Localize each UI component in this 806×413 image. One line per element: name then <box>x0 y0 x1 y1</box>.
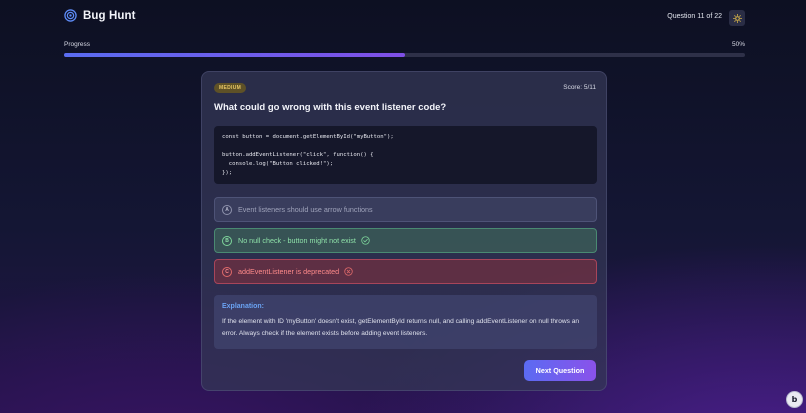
option-text: addEventListener is deprecated <box>238 267 340 276</box>
target-logo-icon <box>64 9 77 22</box>
explanation-text: If the element with ID 'myButton' doesn'… <box>222 318 580 337</box>
option-a[interactable]: A Event listeners should use arrow funct… <box>214 197 597 222</box>
explanation-title: Explanation: <box>222 303 265 310</box>
question-counter: Question 11 of 22 <box>667 13 722 20</box>
code-block: const button = document.getElementById("… <box>214 126 597 184</box>
option-text: No null check - button might not exist <box>238 236 356 245</box>
option-c[interactable]: C addEventListener is deprecated <box>214 259 597 284</box>
app-title: Bug Hunt <box>83 9 136 22</box>
next-question-button[interactable]: Next Question <box>524 360 596 381</box>
question-card: MEDIUM Score: 5/11 What could go wrong w… <box>201 71 607 391</box>
sun-icon <box>732 13 742 23</box>
theme-toggle-button[interactable] <box>729 10 745 26</box>
progress-bar <box>64 53 745 57</box>
x-circle-icon <box>344 267 353 276</box>
option-b[interactable]: B No null check - button might not exist <box>214 228 597 253</box>
top-bar: Bug Hunt Question 11 of 22 <box>64 9 745 27</box>
progress-percent: 50% <box>731 41 745 48</box>
score-display: Score: 5/11 <box>563 84 596 91</box>
option-text: Event listeners should use arrow functio… <box>238 205 373 214</box>
progress-label: Progress <box>64 41 91 48</box>
progress-fill <box>64 53 405 57</box>
explanation-panel: Explanation: If the element with ID 'myB… <box>214 295 597 349</box>
corner-badge-icon[interactable]: b <box>786 391 803 408</box>
option-letter: C <box>222 266 232 277</box>
difficulty-badge: MEDIUM <box>214 83 247 93</box>
option-letter: A <box>222 204 232 215</box>
option-letter: B <box>222 235 232 246</box>
check-circle-icon <box>361 236 370 245</box>
brand: Bug Hunt <box>64 9 136 22</box>
question-text: What could go wrong with this event list… <box>214 102 447 113</box>
